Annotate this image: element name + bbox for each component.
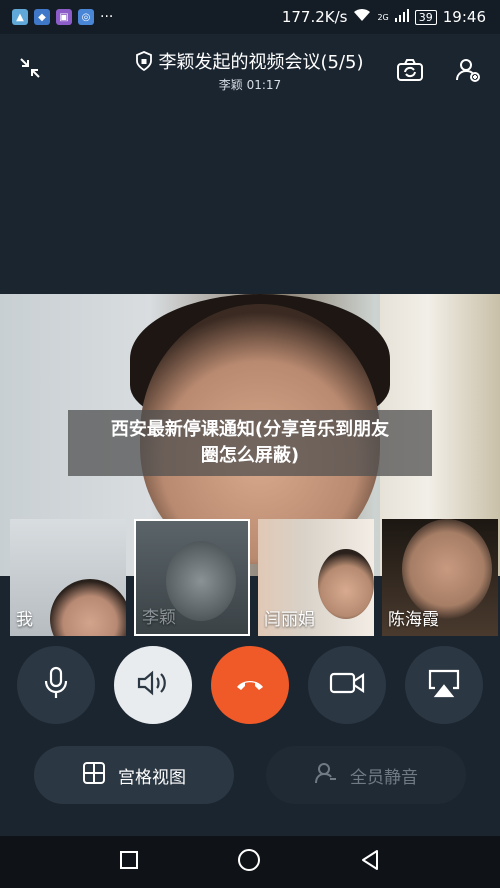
hang-up-button[interactable] — [211, 646, 289, 724]
participant-face — [402, 519, 492, 619]
browser-icon: ◎ — [78, 9, 94, 25]
participant-name: 闫丽娟 — [264, 610, 315, 630]
video-camera-icon — [329, 671, 365, 699]
photo-icon: ▣ — [56, 9, 72, 25]
mute-all-label: 全员静音 — [350, 767, 418, 788]
screen-share-button[interactable] — [405, 646, 483, 724]
back-icon[interactable] — [359, 849, 381, 875]
caption-line-2: 圈怎么屏蔽) — [200, 445, 300, 466]
clock: 19:46 — [442, 8, 486, 26]
add-participant-icon[interactable] — [448, 50, 488, 90]
participant-name: 李颖 — [142, 608, 176, 628]
participant-face — [166, 541, 236, 621]
shield-icon — [136, 50, 153, 76]
home-icon[interactable] — [237, 848, 261, 876]
caption-line-1: 西安最新停课通知(分享音乐到朋友 — [110, 419, 390, 440]
network-speed: 177.2K/s — [281, 8, 348, 26]
system-navbar — [0, 836, 500, 888]
call-header: 李颖发起的视频会议(5/5) 李颖 01:17 — [0, 34, 500, 104]
meeting-title-text: 李颖发起的视频会议(5/5) — [158, 52, 364, 73]
participant-face — [318, 549, 374, 619]
signal-icon — [394, 8, 409, 26]
speaker-button[interactable] — [114, 646, 192, 724]
signal-badge: 2G — [377, 12, 389, 22]
grid-icon — [82, 761, 106, 790]
battery-indicator: 39 — [414, 9, 437, 25]
microphone-icon — [43, 666, 69, 704]
participant-face — [50, 579, 126, 636]
switch-camera-icon[interactable] — [390, 50, 430, 90]
call-controls — [0, 646, 500, 726]
overlay-caption: 西安最新停课通知(分享音乐到朋友 圈怎么屏蔽) — [68, 410, 432, 476]
participant-name: 陈海霞 — [388, 610, 439, 630]
mute-all-icon — [314, 761, 338, 790]
participant-tile[interactable]: 陈海霞 — [382, 519, 498, 636]
video-button[interactable] — [308, 646, 386, 724]
participant-name: 我 — [16, 610, 33, 630]
participant-tile[interactable]: 闫丽娟 — [258, 519, 374, 636]
grid-view-button[interactable]: 宫格视图 — [34, 746, 234, 804]
mute-all-button[interactable]: 全员静音 — [266, 746, 466, 804]
recents-icon[interactable] — [119, 850, 139, 874]
participant-strip: 我 李颖 闫丽娟 陈海霞 — [10, 519, 500, 636]
more-notifications: ··· — [100, 9, 114, 25]
gallery-icon: ▲ — [12, 9, 28, 25]
notification-icons: ▲ ◆ ▣ ◎ ··· — [12, 9, 113, 25]
app-icon: ◆ — [34, 9, 50, 25]
hang-up-icon — [235, 676, 265, 695]
speaker-icon — [136, 669, 170, 701]
participant-tile-active[interactable]: 李颖 — [134, 519, 250, 636]
status-bar: ▲ ◆ ▣ ◎ ··· 177.2K/s 2G 39 19:46 — [0, 0, 500, 34]
wifi-icon — [353, 8, 371, 26]
grid-view-label: 宫格视图 — [118, 767, 186, 788]
participant-tile[interactable]: 我 — [10, 519, 126, 636]
microphone-button[interactable] — [17, 646, 95, 724]
screen-share-icon — [427, 668, 461, 702]
